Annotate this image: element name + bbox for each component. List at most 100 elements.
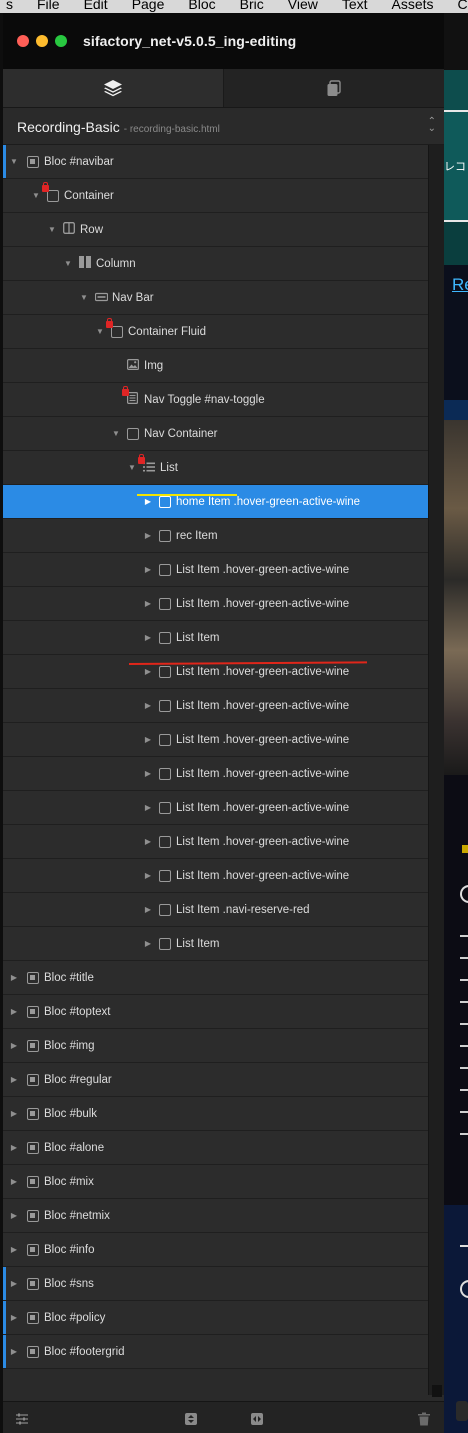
disclosure-collapsed-icon[interactable]: ▶ — [9, 1109, 19, 1118]
layer-label: List Item .hover-green-active-wine — [176, 699, 350, 712]
disclosure-collapsed-icon[interactable]: ▶ — [9, 1313, 19, 1322]
preview-subband — [444, 220, 468, 267]
menu-item-text[interactable]: Text — [330, 0, 380, 13]
disclosure-collapsed-icon[interactable]: ▶ — [143, 905, 153, 914]
tab-pages[interactable] — [224, 69, 444, 107]
sliders-icon[interactable] — [15, 1412, 29, 1426]
disclosure-collapsed-icon[interactable]: ▶ — [143, 565, 153, 574]
layer-row-bloc[interactable]: ▶ Bloc #info — [3, 1233, 428, 1267]
menu-item-file[interactable]: File — [25, 0, 72, 13]
disclosure-collapsed-icon[interactable]: ▶ — [9, 1245, 19, 1254]
menu-item-edit[interactable]: Edit — [72, 0, 120, 13]
tree-scrollbar[interactable] — [428, 145, 444, 1397]
preview-link[interactable]: Re — [452, 275, 468, 295]
layer-row[interactable]: Nav Toggle #nav-toggle — [3, 383, 428, 417]
layer-row-bloc[interactable]: ▶ Bloc #img — [3, 1029, 428, 1063]
disclosure-collapsed-icon[interactable]: ▶ — [9, 1075, 19, 1084]
disclosure-collapsed-icon[interactable]: ▶ — [143, 769, 153, 778]
minimize-window-button[interactable] — [36, 35, 48, 47]
disclosure-collapsed-icon[interactable]: ▶ — [143, 531, 153, 540]
disclosure-collapsed-icon[interactable]: ▶ — [9, 973, 19, 982]
expand-icon[interactable] — [250, 1412, 264, 1426]
layer-row-bloc[interactable]: ▼ Bloc #navibar — [3, 145, 428, 179]
layer-row-bloc[interactable]: ▶ Bloc #toptext — [3, 995, 428, 1029]
disclosure-collapsed-icon[interactable]: ▶ — [9, 1177, 19, 1186]
close-window-button[interactable] — [17, 35, 29, 47]
disclosure-collapsed-icon[interactable]: ▶ — [143, 939, 153, 948]
disclosure-collapsed-icon[interactable]: ▶ — [9, 1279, 19, 1288]
layer-row-bloc[interactable]: ▶ Bloc #alone — [3, 1131, 428, 1165]
disclosure-collapsed-icon[interactable]: ▶ — [143, 497, 153, 506]
window-titlebar[interactable]: sifactory_net-v5.0.5_ing-editing — [3, 13, 444, 69]
layer-row-bloc[interactable]: ▶ Bloc #regular — [3, 1063, 428, 1097]
menu-item-view[interactable]: View — [276, 0, 330, 13]
disclosure-expanded-icon[interactable]: ▼ — [9, 157, 19, 166]
collapse-icon[interactable] — [184, 1412, 198, 1426]
disclosure-collapsed-icon[interactable]: ▶ — [143, 599, 153, 608]
disclosure-collapsed-icon[interactable]: ▶ — [143, 735, 153, 744]
layer-row[interactable]: ▼ Row — [3, 213, 428, 247]
layer-row[interactable]: ▶ home Item .hover-green-active-wine — [3, 485, 428, 519]
layer-row[interactable]: ▶ List Item .navi-reserve-red — [3, 893, 428, 927]
layer-label: home Item .hover-green-active-wine — [176, 495, 361, 508]
layer-row[interactable]: ▼ Nav Container — [3, 417, 428, 451]
disclosure-collapsed-icon[interactable]: ▶ — [143, 701, 153, 710]
layer-row[interactable]: ▶ List Item .hover-green-active-wine — [3, 587, 428, 621]
disclosure-expanded-icon[interactable]: ▼ — [63, 259, 73, 268]
disclosure-collapsed-icon[interactable]: ▶ — [9, 1041, 19, 1050]
menu-item-app[interactable]: s — [0, 0, 25, 13]
tab-layers[interactable] — [3, 69, 224, 107]
disclosure-expanded-icon[interactable]: ▼ — [47, 225, 57, 234]
disclosure-collapsed-icon[interactable]: ▶ — [143, 667, 153, 676]
disclosure-collapsed-icon[interactable]: ▶ — [9, 1347, 19, 1356]
layer-row[interactable]: ▶ List Item — [3, 927, 428, 961]
layer-row[interactable]: ▶ List Item .hover-green-active-wine — [3, 655, 428, 689]
layer-row[interactable]: ▶ rec Item — [3, 519, 428, 553]
layer-row[interactable]: ▶ List Item .hover-green-active-wine — [3, 723, 428, 757]
layer-row[interactable]: ▶ List Item .hover-green-active-wine — [3, 689, 428, 723]
trash-icon[interactable] — [417, 1412, 431, 1426]
menu-item-bric[interactable]: Bric — [228, 0, 276, 13]
zoom-window-button[interactable] — [55, 35, 67, 47]
disclosure-collapsed-icon[interactable]: ▶ — [143, 837, 153, 846]
disclosure-expanded-icon[interactable]: ▼ — [95, 327, 105, 336]
menu-item-assets[interactable]: Assets — [380, 0, 446, 13]
menu-item-colours[interactable]: Colours — [446, 0, 468, 13]
scrollbar-thumb[interactable] — [432, 1385, 442, 1397]
layer-row[interactable]: ▶ List Item .hover-green-active-wine — [3, 757, 428, 791]
layer-label: Container Fluid — [128, 325, 206, 338]
layer-row[interactable]: ▼ Nav Bar — [3, 281, 428, 315]
layer-row[interactable]: ▼ List — [3, 451, 428, 485]
layer-label: List Item .hover-green-active-wine — [176, 801, 350, 814]
layer-row[interactable]: ▼ Column — [3, 247, 428, 281]
disclosure-expanded-icon[interactable]: ▼ — [79, 293, 89, 302]
disclosure-expanded-icon[interactable]: ▼ — [111, 429, 121, 438]
layer-row-bloc[interactable]: ▶ Bloc #netmix — [3, 1199, 428, 1233]
layer-row-bloc[interactable]: ▶ Bloc #footergrid — [3, 1335, 428, 1369]
layer-row[interactable]: ▶ List Item .hover-green-active-wine — [3, 859, 428, 893]
layer-row[interactable]: ▶ List Item — [3, 621, 428, 655]
layer-row-bloc[interactable]: ▶ Bloc #sns — [3, 1267, 428, 1301]
menu-item-bloc[interactable]: Bloc — [176, 0, 227, 13]
layer-row[interactable]: ▼ Container — [3, 179, 428, 213]
disclosure-collapsed-icon[interactable]: ▶ — [9, 1143, 19, 1152]
disclosure-collapsed-icon[interactable]: ▶ — [143, 633, 153, 642]
layer-row-bloc[interactable]: ▶ Bloc #title — [3, 961, 428, 995]
disclosure-collapsed-icon[interactable]: ▶ — [143, 871, 153, 880]
disclosure-collapsed-icon[interactable]: ▶ — [9, 1007, 19, 1016]
layer-row-bloc[interactable]: ▶ Bloc #bulk — [3, 1097, 428, 1131]
layer-row[interactable]: Img — [3, 349, 428, 383]
disclosure-collapsed-icon[interactable]: ▶ — [9, 1211, 19, 1220]
layer-row[interactable]: ▶ List Item .hover-green-active-wine — [3, 553, 428, 587]
disclosure-expanded-icon[interactable]: ▼ — [31, 191, 41, 200]
layer-row[interactable]: ▶ List Item .hover-green-active-wine — [3, 825, 428, 859]
disclosure-collapsed-icon[interactable]: ▶ — [143, 803, 153, 812]
preview-text-block — [444, 775, 468, 1205]
layer-row[interactable]: ▼ Container Fluid — [3, 315, 428, 349]
page-selector[interactable]: Recording-Basic - recording-basic.html ⌃ ⌄ — [3, 108, 444, 145]
layer-row-bloc[interactable]: ▶ Bloc #policy — [3, 1301, 428, 1335]
menu-item-page[interactable]: Page — [120, 0, 177, 13]
layer-row[interactable]: ▶ List Item .hover-green-active-wine — [3, 791, 428, 825]
disclosure-expanded-icon[interactable]: ▼ — [127, 463, 137, 472]
layer-row-bloc[interactable]: ▶ Bloc #mix — [3, 1165, 428, 1199]
